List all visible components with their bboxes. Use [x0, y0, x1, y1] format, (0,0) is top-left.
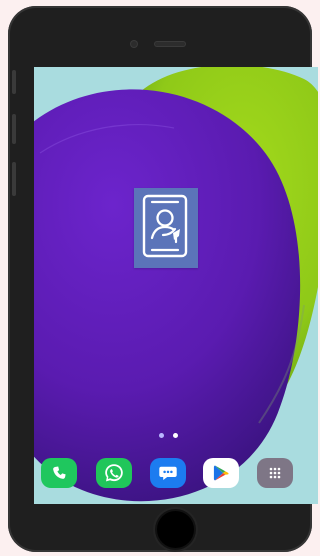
side-button[interactable] [12, 162, 16, 196]
volume-up-button[interactable] [12, 70, 16, 94]
page-indicator-dot [159, 433, 164, 438]
app-drawer-icon[interactable] [257, 458, 293, 488]
phone-icon [53, 466, 66, 479]
wallpaper [34, 67, 318, 504]
page-indicator-dot-active [173, 433, 178, 438]
volume-down-button[interactable] [12, 114, 16, 144]
contact-profile-icon [142, 194, 188, 258]
phone-app-icon[interactable] [41, 458, 77, 488]
home-button[interactable] [157, 511, 194, 548]
grid-icon [269, 467, 281, 479]
phone-frame [8, 6, 318, 552]
whatsapp-icon [105, 464, 123, 482]
messages-app-icon[interactable] [150, 458, 186, 488]
whatsapp-app-icon[interactable] [96, 458, 132, 488]
front-camera [131, 41, 137, 47]
play-store-app-icon[interactable] [203, 458, 239, 488]
speaker-grille [155, 42, 185, 46]
message-icon [159, 466, 177, 480]
contact-profile-app-icon[interactable] [134, 188, 198, 268]
home-screen [34, 67, 318, 504]
play-store-icon [213, 465, 229, 481]
